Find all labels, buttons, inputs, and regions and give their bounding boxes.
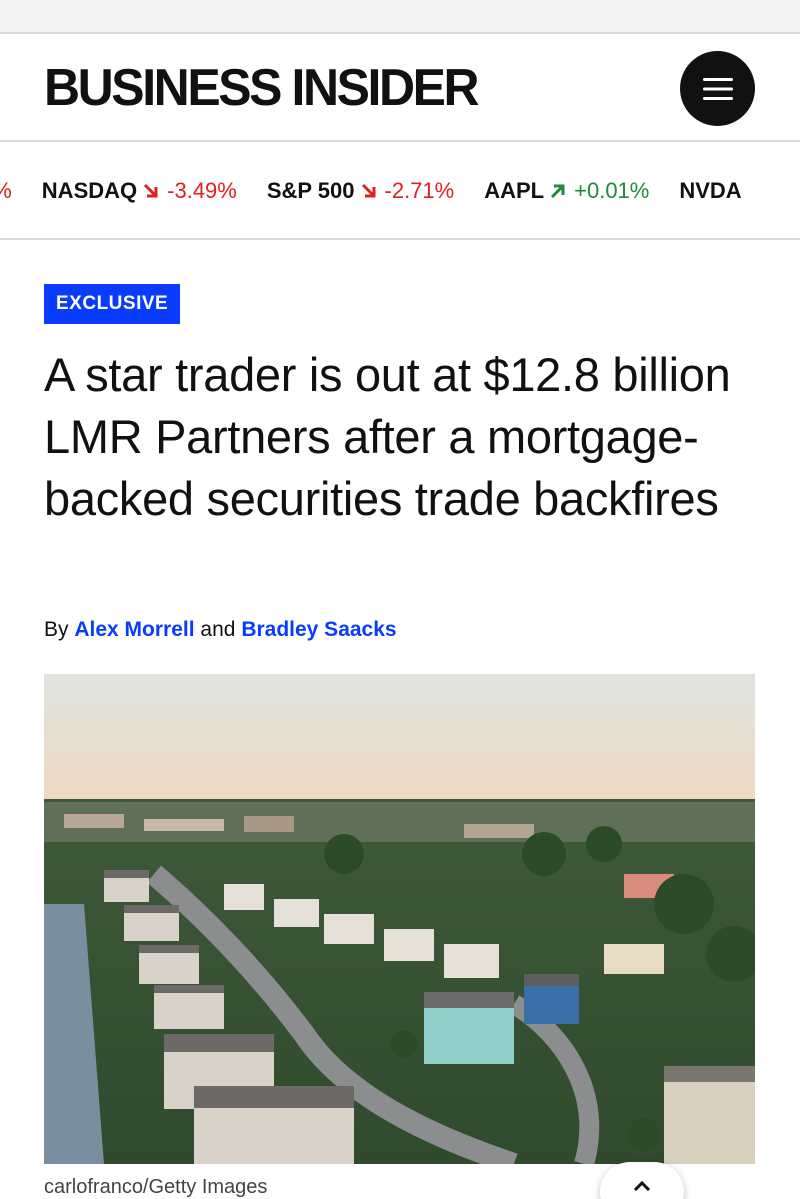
byline-prefix: By — [44, 618, 69, 641]
ticker-change: -2.71% — [384, 178, 455, 203]
ticker-item-aapl[interactable]: AAPL +0.01% — [484, 180, 649, 202]
article-headline: A star trader is out at $12.8 billion LM… — [44, 348, 731, 525]
ticker-item-partial[interactable]: 0% — [0, 180, 12, 202]
aerial-neighborhood-photo — [44, 674, 755, 1164]
author-link-bradley-saacks[interactable]: Bradley Saacks — [241, 618, 396, 641]
exclusive-badge: EXCLUSIVE — [44, 284, 181, 324]
browser-top-strip — [0, 0, 800, 34]
arrow-down-right-icon — [144, 183, 158, 198]
arrow-up-right-icon — [551, 184, 565, 199]
menu-button[interactable] — [680, 51, 755, 126]
business-insider-logo[interactable]: BUSINESS INSIDER — [44, 62, 480, 114]
ticker-symbol: AAPL — [484, 178, 545, 203]
byline: By Alex Morrell and Bradley Saacks — [44, 618, 397, 642]
ticker-item-nvda[interactable]: NVDA — [679, 180, 747, 202]
ticker-item-sp500[interactable]: S&P 500 -2.71% — [267, 180, 454, 202]
arrow-down-right-icon — [361, 183, 376, 198]
ticker-change: -3.49% — [167, 178, 237, 203]
author-link-alex-morrell[interactable]: Alex Morrell — [74, 618, 194, 641]
ticker-change: +0.01% — [574, 178, 650, 203]
hero-image — [44, 674, 755, 1164]
market-ticker: 0% NASDAQ -3.49% S&P 500 -2.71% AAPL +0.… — [0, 144, 800, 240]
chevron-up-icon — [633, 1180, 651, 1192]
ticker-change: 0% — [0, 180, 12, 202]
ticker-symbol: S&P 500 — [266, 178, 355, 203]
ticker-item-nasdaq[interactable]: NASDAQ -3.49% — [42, 180, 237, 202]
scroll-to-top-button[interactable] — [600, 1162, 684, 1199]
hamburger-menu-icon — [702, 77, 733, 100]
byline-and: and — [200, 618, 236, 641]
site-header: BUSINESS INSIDER — [0, 36, 800, 142]
image-credit: carlofranco/Getty Images — [44, 1176, 268, 1198]
ticker-symbol: NVDA — [679, 178, 742, 203]
ticker-symbol: NASDAQ — [41, 178, 138, 203]
